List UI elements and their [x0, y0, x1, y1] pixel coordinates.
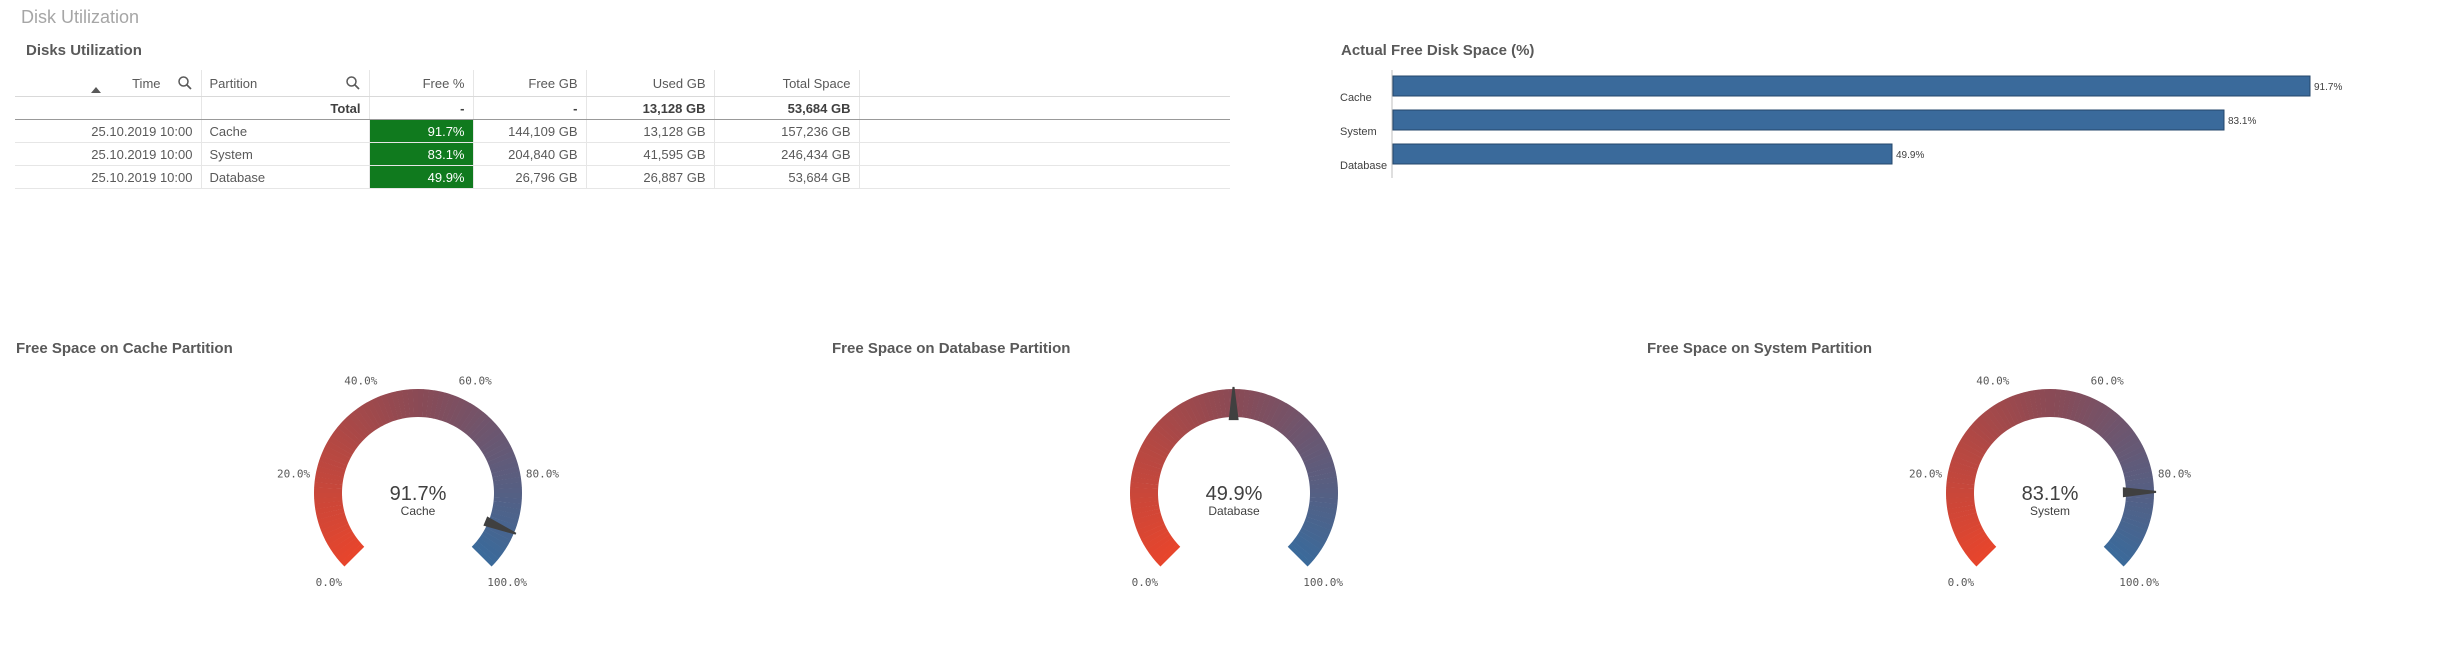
table-cell[interactable]: System	[201, 142, 370, 166]
table-cell: 204,840 GB	[473, 142, 587, 166]
gauge-tick-label: 40.0%	[344, 375, 377, 388]
gauge-database-title: Free Space on Database Partition	[832, 340, 1071, 357]
header-used-gb[interactable]: Used GB	[586, 70, 715, 97]
header-partition-label: Partition	[209, 75, 258, 91]
table-cell-empty	[859, 142, 1230, 166]
gauge-tick-label: 80.0%	[526, 467, 559, 480]
bar-value-label: 91.7%	[2314, 82, 2342, 93]
table-cell: 25.10.2019 10:00	[15, 142, 202, 166]
sheet-title: Disk Utilization	[21, 7, 140, 27]
table-cell-free-pct: 91.7%	[369, 119, 474, 143]
table-cell[interactable]: Cache	[201, 119, 370, 143]
header-total-space[interactable]: Total Space	[714, 70, 860, 97]
table-cell: 13,128 GB	[586, 96, 715, 120]
gauge-tick-label: 60.0%	[2091, 375, 2124, 388]
search-icon[interactable]	[345, 75, 361, 91]
table-cell: -	[369, 96, 474, 120]
bar[interactable]	[1392, 109, 2225, 131]
table-cell: 13,128 GB	[586, 119, 715, 143]
gauge-value-label: 83.1%	[2022, 483, 2079, 505]
gauge-value-label: 49.9%	[1206, 483, 1263, 505]
table-title: Disks Utilization	[26, 42, 142, 59]
header-free-pct[interactable]: Free %	[369, 70, 474, 97]
table-cell: 157,236 GB	[714, 119, 860, 143]
gauge-dimension-label: System	[2030, 504, 2070, 518]
table-cell: 26,887 GB	[586, 165, 715, 189]
bar-value-label: 49.9%	[1896, 150, 1924, 161]
gauge-database: 0.0%50.0%100.0%49.9%Database	[1130, 386, 1343, 589]
gauge-tick-label: 100.0%	[487, 576, 527, 589]
table-cell: 144,109 GB	[473, 119, 587, 143]
gauge-tick-label: 80.0%	[2158, 467, 2191, 480]
table-cell: 26,796 GB	[473, 165, 587, 189]
header-filler	[859, 70, 1230, 97]
bar-category-label: System	[1340, 126, 1377, 138]
gauge-tick-label: 60.0%	[459, 375, 492, 388]
bar-category-label: Cache	[1340, 92, 1372, 104]
gauge-tick-label: 0.0%	[316, 576, 343, 589]
gauge-system: 0.0% 20.0% 40.0% 60.0% 80.0% 100.0% 83.1%Syste…	[1909, 375, 2191, 589]
table-cell: 25.10.2019 10:00	[15, 165, 202, 189]
table-cell-free-pct: 83.1%	[369, 142, 474, 166]
table-cell: 53,684 GB	[714, 96, 860, 120]
table-header-row: Time Partition Free % Free GB Used GB To…	[15, 70, 1230, 97]
table-row[interactable]: 25.10.2019 10:00 Cache 91.7% 144,109 GB …	[15, 119, 1230, 143]
header-time[interactable]: Time	[15, 70, 202, 97]
search-icon[interactable]	[177, 75, 193, 91]
table-cell: -	[473, 96, 587, 120]
table-cell: 41,595 GB	[586, 142, 715, 166]
table-cell-empty	[859, 165, 1230, 189]
table-cell: Total	[201, 96, 370, 120]
table-total-row: Total - - 13,128 GB 53,684 GB	[15, 96, 1230, 120]
table-cell-empty	[859, 96, 1230, 120]
gauge-tick-label: 20.0%	[1909, 467, 1942, 480]
gauge-tick-label: 100.0%	[2119, 576, 2159, 589]
header-partition[interactable]: Partition	[201, 70, 370, 97]
bar[interactable]	[1392, 143, 1893, 165]
bar-category-label: Database	[1340, 160, 1387, 172]
table-cell: 25.10.2019 10:00	[15, 119, 202, 143]
gauge-tick-label: 20.0%	[277, 467, 310, 480]
table-cell[interactable]: Database	[201, 165, 370, 189]
table-cell-free-pct: 49.9%	[369, 165, 474, 189]
table-cell: 246,434 GB	[714, 142, 860, 166]
bar-value-label: 83.1%	[2228, 116, 2256, 127]
gauge-value-label: 91.7%	[390, 483, 447, 505]
gauge-tick-label: 100.0%	[1303, 576, 1343, 589]
gauge-dimension-label: Database	[1208, 504, 1260, 518]
header-free-gb[interactable]: Free GB	[473, 70, 587, 97]
gauge-cache-title: Free Space on Cache Partition	[16, 340, 233, 357]
disks-table: Time Partition Free % Free GB Used GB To…	[15, 70, 1230, 189]
gauge-tick-label: 0.0%	[1132, 576, 1159, 589]
table-cell: 53,684 GB	[714, 165, 860, 189]
table-cell	[15, 96, 202, 120]
gauge-dimension-label: Cache	[401, 504, 436, 518]
gauge-tick-label: 0.0%	[1948, 576, 1975, 589]
gauge-system-title: Free Space on System Partition	[1647, 340, 1873, 357]
table-row[interactable]: 25.10.2019 10:00 System 83.1% 204,840 GB…	[15, 142, 1230, 166]
bar[interactable]	[1392, 75, 2311, 97]
header-time-label: Time	[132, 75, 161, 91]
table-row[interactable]: 25.10.2019 10:00 Database 49.9% 26,796 G…	[15, 165, 1230, 189]
gauge-cache: 0.0% 20.0% 40.0% 60.0% 80.0% 100.0% 91.7%Cache	[277, 375, 559, 589]
bar-chart: Cache 91.7% System 83.1% Database 49.9%	[1340, 70, 2342, 178]
table-cell-empty	[859, 119, 1230, 143]
gauge-tick-label: 40.0%	[1976, 375, 2009, 388]
sort-ascending-icon[interactable]	[91, 87, 101, 93]
bar-chart-title: Actual Free Disk Space (%)	[1341, 42, 1535, 59]
